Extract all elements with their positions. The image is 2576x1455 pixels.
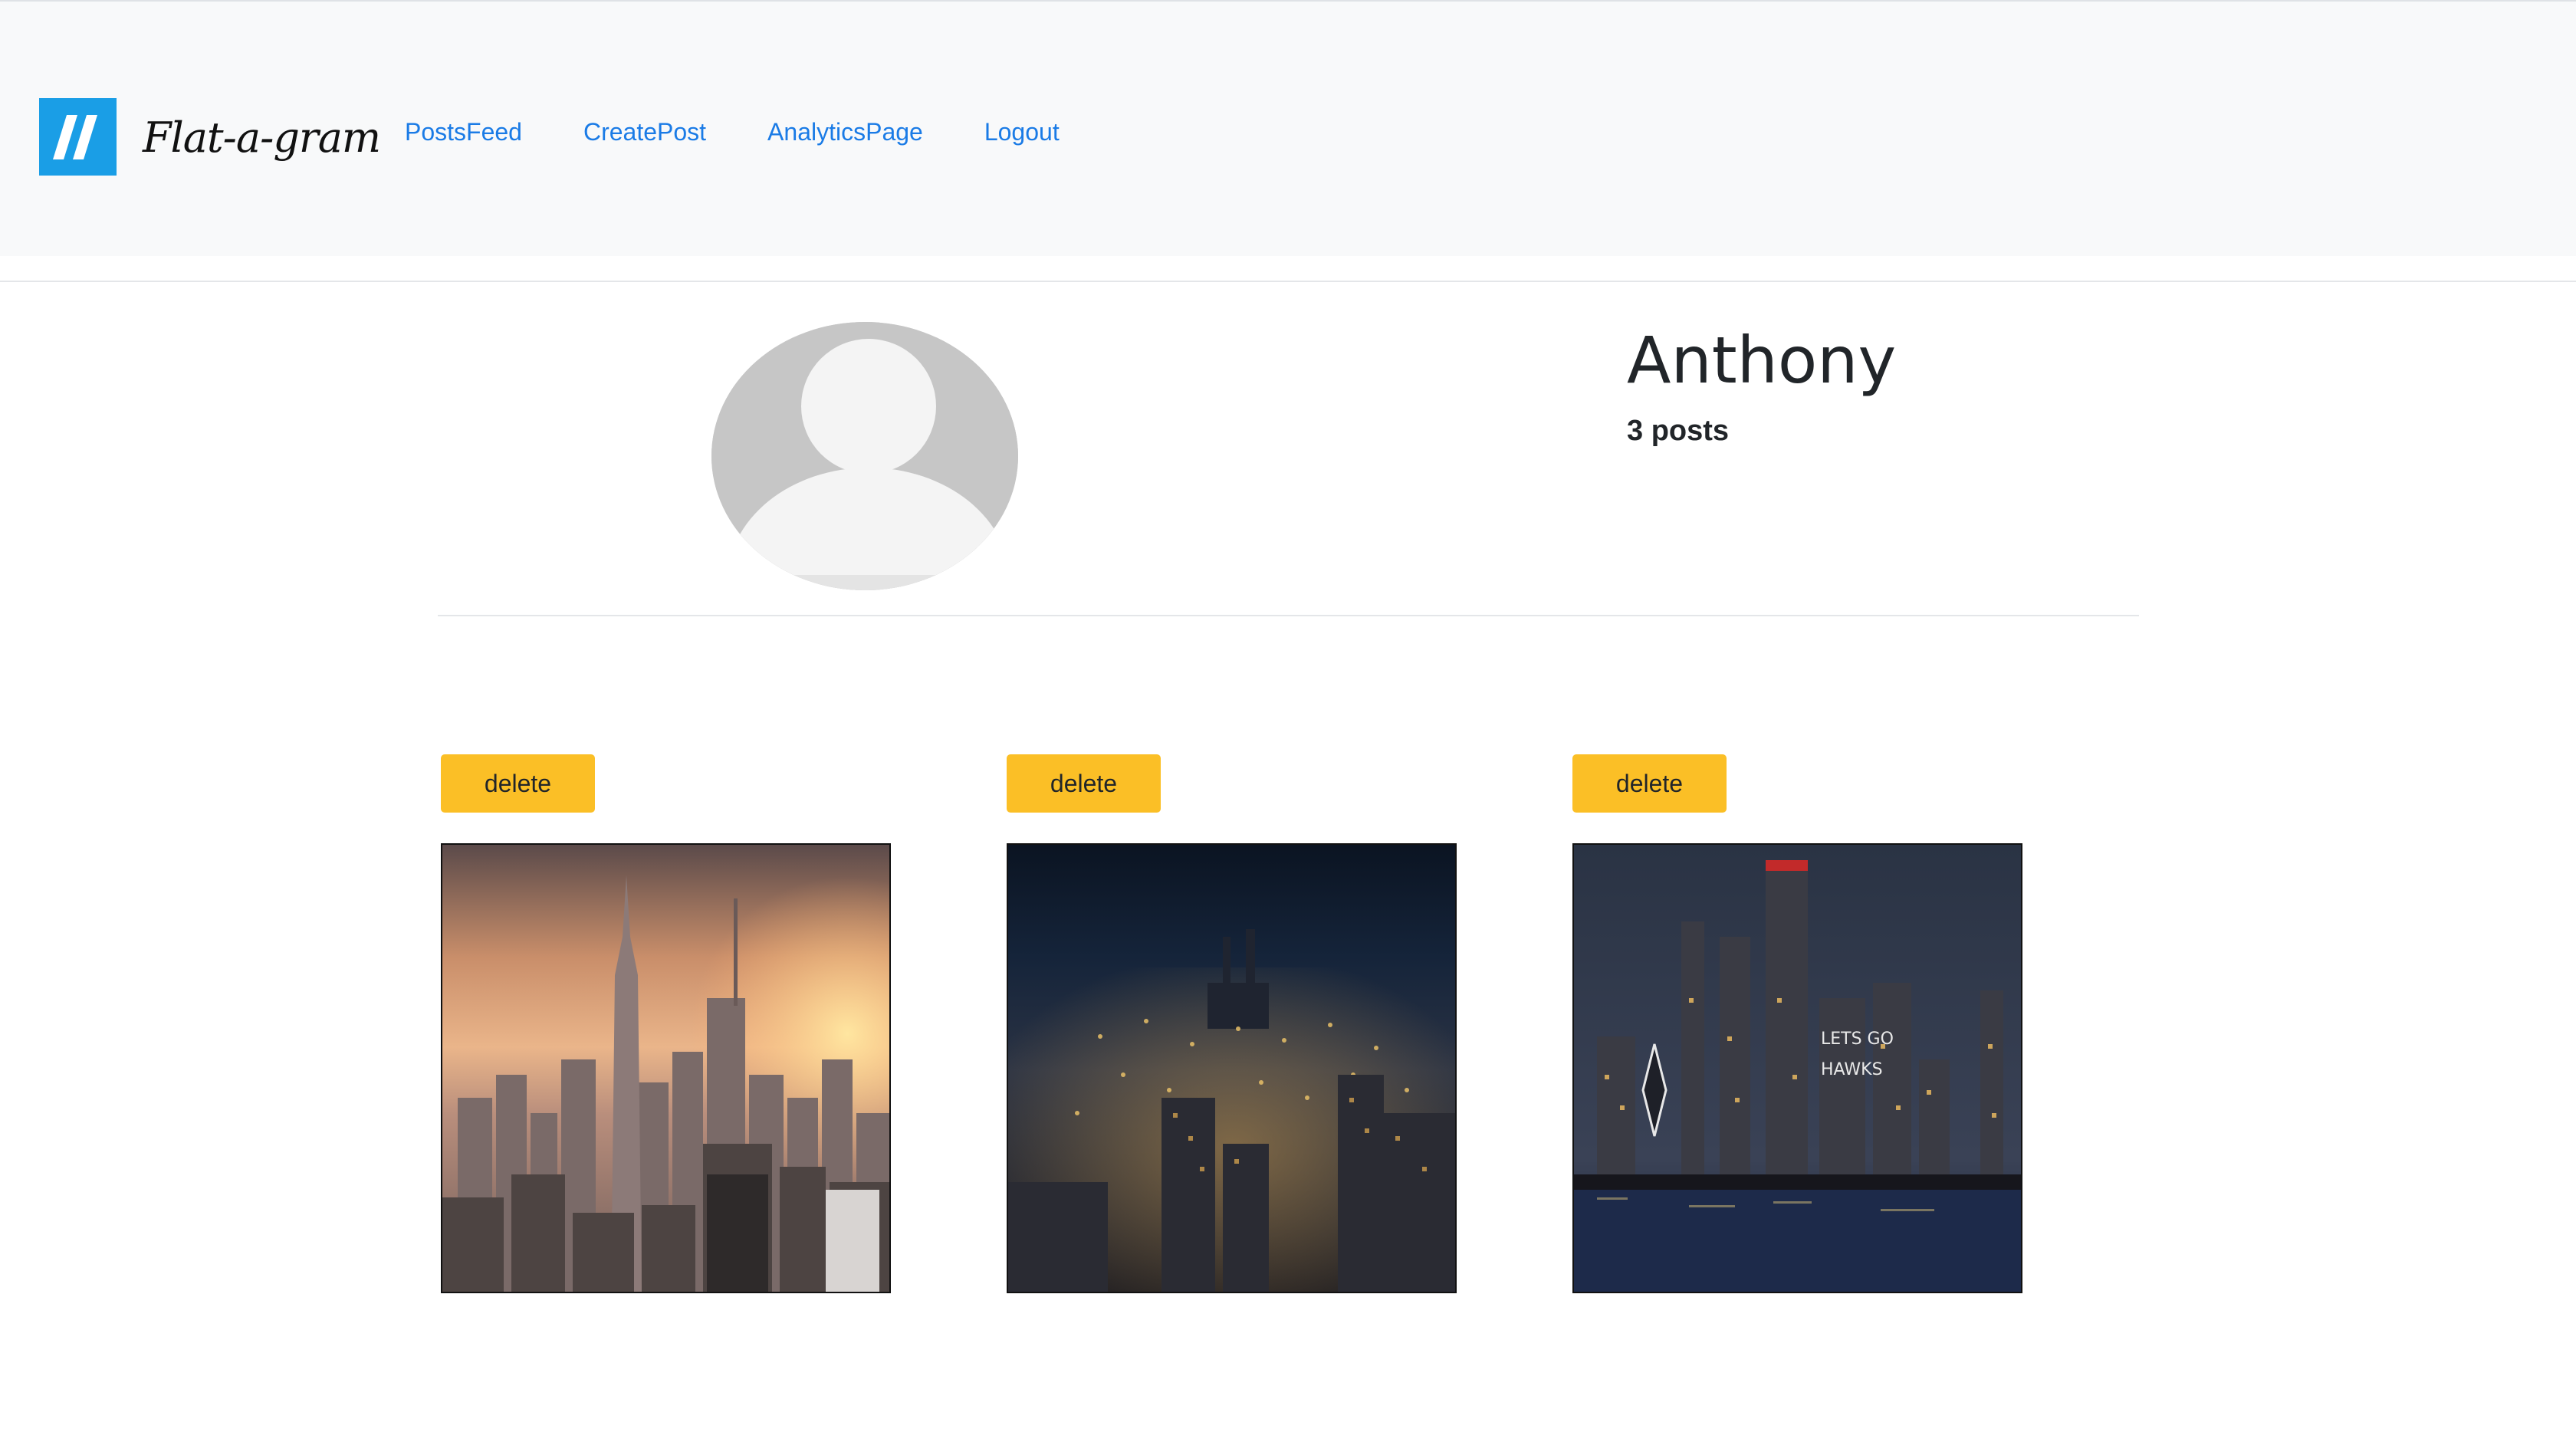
brand-name[interactable]: Flat-a-gram <box>143 100 381 176</box>
post-card: delete LETS GO HAWKS <box>1572 754 2025 1293</box>
post-card: delete <box>1007 754 1459 1293</box>
delete-post-button[interactable]: delete <box>1572 754 1727 813</box>
city-skyline-sunset-photo[interactable] <box>441 843 891 1293</box>
nav-link-postsfeed[interactable]: PostsFeed <box>405 109 522 155</box>
post-card: delete <box>441 754 893 1293</box>
delete-post-button[interactable]: delete <box>441 754 595 813</box>
navbar: Flat-a-gram PostsFeed CreatePost Analyti… <box>0 0 2576 256</box>
navbar-divider <box>0 281 2576 282</box>
profile-divider <box>438 615 2139 616</box>
nav-link-analyticspage[interactable]: AnalyticsPage <box>767 109 923 155</box>
profile-info: Anthony 3 posts <box>1627 314 1896 452</box>
default-user-avatar-icon <box>711 322 1018 590</box>
svg-text:HAWKS: HAWKS <box>1821 1060 1883 1079</box>
nav-links: PostsFeed CreatePost AnalyticsPage Logou… <box>405 109 1121 155</box>
profile-post-count: 3 posts <box>1627 415 1730 447</box>
profile-name: Anthony <box>1627 323 1897 398</box>
city-night-aerial-photo[interactable] <box>1007 843 1457 1293</box>
city-skyline-waterfront-night-photo[interactable]: LETS GO HAWKS <box>1572 843 2022 1293</box>
nav-link-createpost[interactable]: CreatePost <box>583 109 706 155</box>
delete-post-button[interactable]: delete <box>1007 754 1161 813</box>
nav-link-logout[interactable]: Logout <box>984 109 1060 155</box>
double-slash-logo-icon[interactable] <box>39 98 117 176</box>
